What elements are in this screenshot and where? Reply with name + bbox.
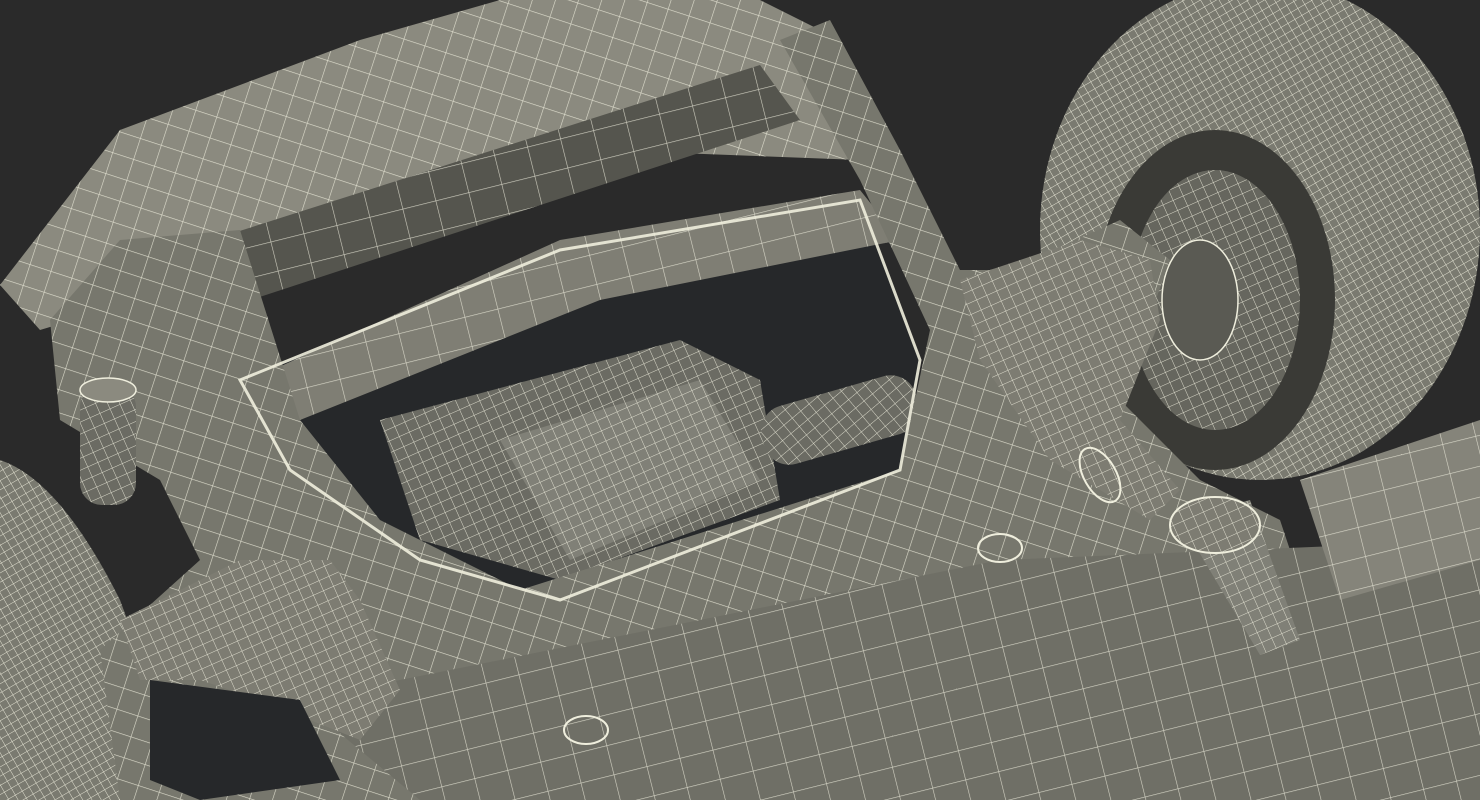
left-shock-absorber	[79, 377, 137, 505]
wireframe-chassis-render	[0, 0, 1480, 800]
